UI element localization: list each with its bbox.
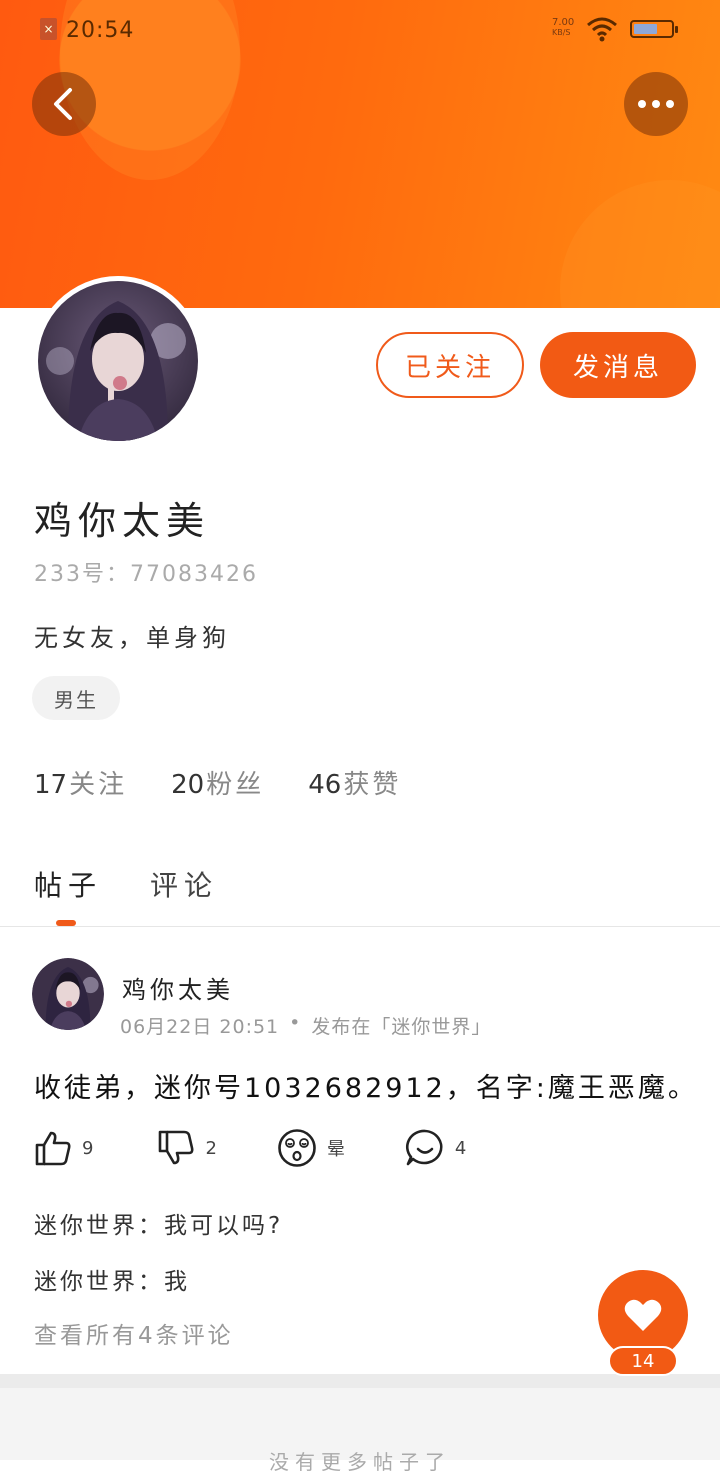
content-tabs: 帖子 评论 xyxy=(34,864,266,904)
comment-count: 4 xyxy=(454,1137,467,1159)
send-message-button[interactable]: 发消息 xyxy=(540,332,696,398)
gender-tag: 男生 xyxy=(32,676,120,720)
stat-following[interactable]: 17 关注 xyxy=(34,764,127,801)
divider xyxy=(0,926,720,927)
profile-username: 鸡你太美 xyxy=(34,499,211,543)
network-speed-unit: KB/S xyxy=(552,28,571,37)
comment-button[interactable]: 4 xyxy=(405,1128,466,1168)
profile-id: 233号：77083426 xyxy=(34,556,258,588)
status-bar: × 20:54 7.00 KB/S xyxy=(0,0,720,60)
thumbs-down-icon xyxy=(159,1130,194,1165)
tab-comments[interactable]: 评论 xyxy=(150,864,218,904)
stat-followers[interactable]: 20 粉丝 xyxy=(171,764,264,801)
post-author-name[interactable]: 鸡你太美 xyxy=(122,970,234,1005)
avatar-image xyxy=(32,958,104,1030)
view-all-comments-link[interactable]: 查看所有4条评论 xyxy=(34,1316,234,1350)
like-count: 9 xyxy=(82,1137,94,1159)
like-fab-count: 14 xyxy=(608,1346,678,1376)
comment-author: 迷你世界： xyxy=(34,1269,164,1295)
comment-author: 迷你世界： xyxy=(34,1213,164,1239)
post-content[interactable]: 收徒弟，迷你号1032682912，名字:魔王恶魔。 xyxy=(34,1066,698,1105)
tab-posts[interactable]: 帖子 xyxy=(34,864,102,904)
banner-decoration xyxy=(560,180,720,308)
heart-icon xyxy=(624,1299,662,1331)
no-more-posts-text: 没有更多帖子了 xyxy=(269,1450,451,1474)
profile-stats: 17 关注 20 粉丝 46 获赞 xyxy=(34,764,445,801)
comment-preview[interactable]: 迷你世界：我 xyxy=(34,1262,190,1296)
network-speed-value: 7.00 xyxy=(552,17,575,28)
more-button[interactable] xyxy=(624,72,688,136)
post-date: 06月22日 20:51 xyxy=(120,1016,280,1038)
post-published-in[interactable]: 发布在「迷你世界」 xyxy=(311,1012,491,1039)
profile-id-label: 233号： xyxy=(34,562,130,587)
post-actions: 9 2 晕 4 xyxy=(34,1128,516,1168)
chevron-left-icon xyxy=(54,88,72,120)
network-speed: 7.00 KB/S xyxy=(552,18,574,38)
dislike-button[interactable]: 2 xyxy=(157,1129,217,1167)
comment-text: 我 xyxy=(164,1269,190,1295)
stat-number: 46 xyxy=(308,770,342,800)
dizzy-count: 晕 xyxy=(326,1139,345,1160)
followed-button[interactable]: 已关注 xyxy=(376,332,524,398)
comment-text: 我可以吗? xyxy=(164,1213,284,1239)
profile-id-value: 77083426 xyxy=(130,562,258,587)
avatar-image xyxy=(38,281,198,441)
dislike-count: 2 xyxy=(205,1137,217,1159)
battery-level xyxy=(634,24,657,34)
post-author-avatar[interactable] xyxy=(32,958,104,1030)
more-dots-icon xyxy=(638,100,674,108)
sim-alert-icon: × xyxy=(40,18,57,40)
like-button[interactable]: 9 xyxy=(34,1129,93,1167)
meta-separator: • xyxy=(289,1012,302,1034)
comment-bubble-icon xyxy=(405,1129,443,1166)
profile-bio: 无女友，单身狗 xyxy=(34,624,230,652)
stat-likes: 46 获赞 xyxy=(308,764,401,801)
profile-avatar[interactable] xyxy=(33,276,203,446)
post-meta: 06月22日 20:51 • 发布在「迷你世界」 xyxy=(120,1012,491,1039)
wifi-icon xyxy=(587,17,617,42)
battery-icon xyxy=(630,20,678,38)
stat-number: 20 xyxy=(171,770,205,800)
dizzy-face-icon xyxy=(278,1129,316,1167)
stat-label: 获赞 xyxy=(343,770,402,800)
comment-preview[interactable]: 迷你世界：我可以吗? xyxy=(34,1206,283,1240)
status-time: 20:54 xyxy=(66,18,135,43)
thumbs-up-icon xyxy=(35,1131,71,1166)
stat-label: 关注 xyxy=(69,770,128,800)
stat-label: 粉丝 xyxy=(206,770,265,800)
back-button[interactable] xyxy=(32,72,96,136)
dizzy-reaction-button[interactable]: 晕 xyxy=(277,1128,345,1168)
stat-number: 17 xyxy=(34,770,68,800)
